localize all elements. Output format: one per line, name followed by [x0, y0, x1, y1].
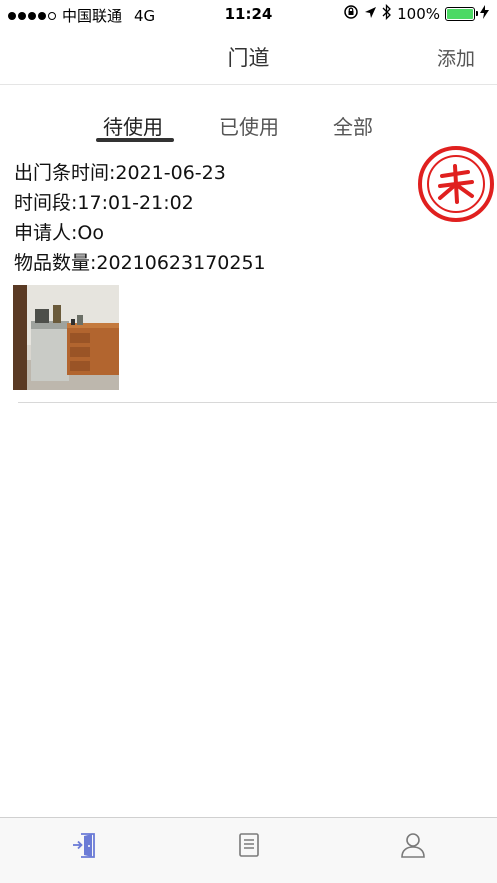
- navigation-bar: 门道 添加: [0, 28, 497, 85]
- status-bar: 中国联通 4G 11:24 100%: [0, 0, 497, 28]
- unused-stamp-glyph: [438, 164, 474, 204]
- period-row: 时间段:17:01-21:02: [14, 188, 194, 215]
- quantity-row: 物品数量:20210623170251: [14, 248, 266, 275]
- period-label: 时间段:: [14, 192, 78, 214]
- quantity-label: 物品数量:: [14, 252, 97, 274]
- exit-pass-record[interactable]: 出门条时间:2021-06-23 时间段:17:01-21:02 申请人:Oo …: [0, 146, 497, 404]
- rotation-lock-icon: [343, 4, 359, 24]
- tab-all[interactable]: 全部: [320, 111, 386, 140]
- status-right: 100%: [343, 3, 489, 24]
- charging-icon: [480, 5, 489, 23]
- unused-stamp: [418, 146, 494, 222]
- exit-time-value: 2021-06-23: [115, 162, 226, 184]
- record-divider: [18, 402, 497, 403]
- period-value: 17:01-21:02: [77, 192, 194, 214]
- page-title: 门道: [227, 46, 270, 70]
- tab-pending[interactable]: 待使用: [100, 111, 166, 140]
- door-exit-icon[interactable]: [70, 830, 100, 860]
- document-icon[interactable]: [234, 830, 264, 860]
- bluetooth-icon: [382, 3, 392, 24]
- person-icon[interactable]: [398, 830, 428, 860]
- add-button[interactable]: 添加: [437, 44, 475, 71]
- tab-used[interactable]: 已使用: [216, 111, 282, 140]
- item-photo-thumbnail[interactable]: [13, 285, 119, 390]
- applicant-row: 申请人:Oo: [14, 218, 104, 245]
- filter-tabs: 待使用 已使用 全部: [0, 108, 497, 148]
- battery-icon: [445, 7, 478, 21]
- battery-percent: 100%: [397, 5, 440, 23]
- quantity-value: 20210623170251: [96, 252, 266, 274]
- applicant-value: Oo: [77, 222, 104, 244]
- location-arrow-icon: [364, 5, 377, 23]
- exit-time-label: 出门条时间:: [14, 162, 116, 184]
- exit-time-row: 出门条时间:2021-06-23: [14, 158, 226, 185]
- active-tab-indicator: [96, 138, 174, 142]
- applicant-label: 申请人:: [14, 222, 78, 244]
- bottom-tab-bar: [0, 817, 497, 883]
